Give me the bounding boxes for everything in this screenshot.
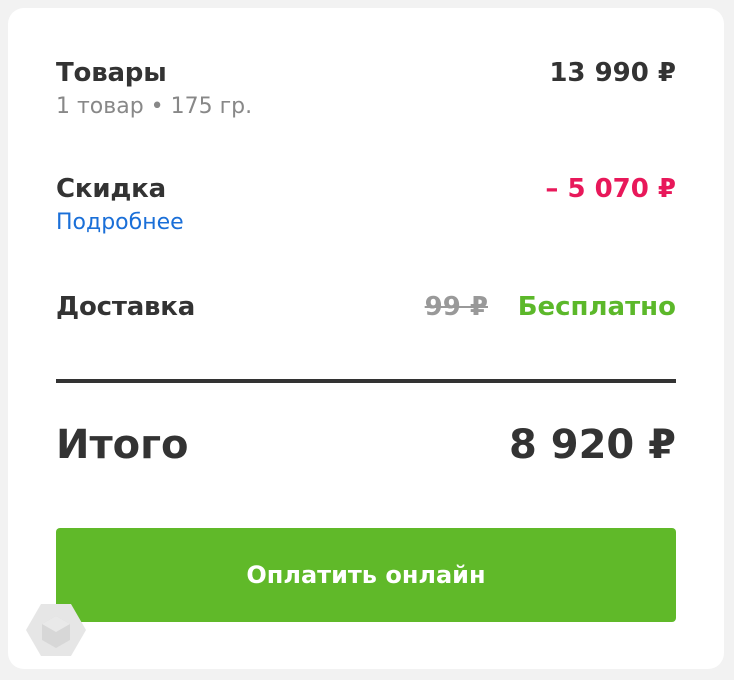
goods-price: 13 990 ₽ (549, 58, 676, 88)
hexagon-icon (26, 604, 86, 656)
discount-details-link[interactable]: Подробнее (56, 210, 676, 235)
order-summary-card: Товары 1 товар • 175 гр. 13 990 ₽ Скидка… (8, 8, 724, 669)
delivery-old-price: 99 ₽ (424, 292, 488, 322)
delivery-row: Доставка 99 ₽ Бесплатно (56, 292, 676, 322)
total-row: Итого 8 920 ₽ (56, 422, 676, 468)
discount-row: Скидка Подробнее – 5 070 ₽ (56, 174, 676, 235)
total-amount: 8 920 ₽ (508, 422, 676, 468)
pay-online-button[interactable]: Оплатить онлайн (56, 528, 676, 622)
delivery-price: Бесплатно (517, 292, 676, 322)
divider (56, 379, 676, 383)
goods-row: Товары 1 товар • 175 гр. 13 990 ₽ (56, 58, 676, 119)
goods-meta: 1 товар • 175 гр. (56, 94, 253, 119)
discount-amount: – 5 070 ₽ (545, 174, 676, 204)
